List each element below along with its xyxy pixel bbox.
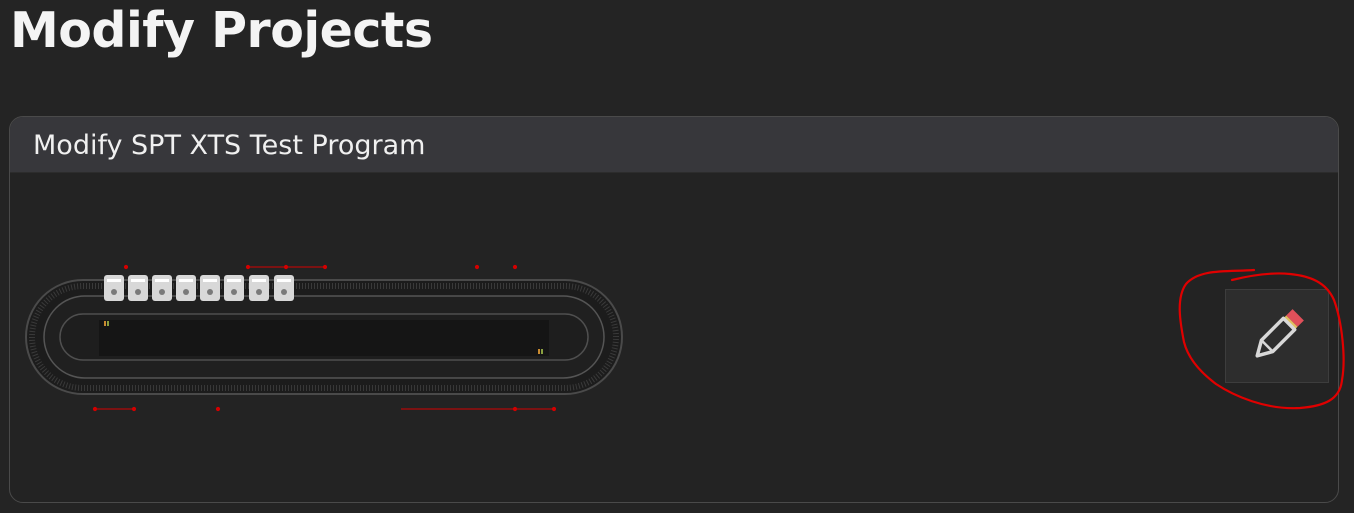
project-card-title: Modify SPT XTS Test Program (33, 130, 426, 161)
status-led-left (104, 321, 106, 326)
position-markers-bottom (92, 406, 557, 412)
position-markers-top (123, 264, 518, 270)
track-center-panel (99, 320, 549, 356)
mover (128, 275, 148, 301)
mover (152, 275, 172, 301)
project-card-header: Modify SPT XTS Test Program (10, 117, 1338, 173)
status-led-right (538, 349, 540, 354)
page-title: Modify Projects (10, 2, 433, 59)
status-led-left-2 (107, 321, 109, 326)
xts-track-preview (25, 264, 623, 412)
project-card: Modify SPT XTS Test Program (9, 116, 1339, 503)
mover (249, 275, 269, 301)
mover (224, 275, 244, 301)
page: Modify Projects Modify SPT XTS Test Prog… (0, 0, 1354, 513)
mover (104, 275, 124, 301)
mover (176, 275, 196, 301)
mover (200, 275, 220, 301)
mover (274, 275, 294, 301)
pencil-icon (1255, 309, 1304, 358)
status-led-right-2 (541, 349, 543, 354)
edit-project-button[interactable] (1225, 289, 1329, 383)
